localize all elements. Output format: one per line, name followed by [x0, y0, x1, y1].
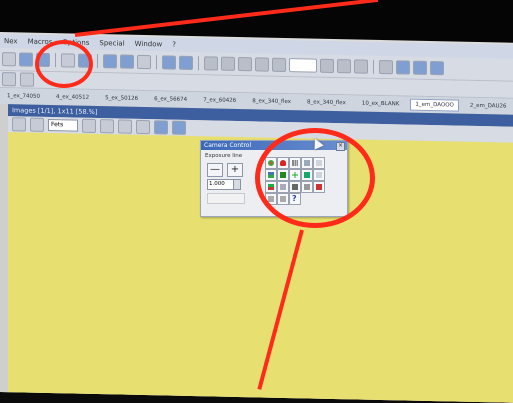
tab[interactable]: 7_ex_60426	[198, 94, 241, 107]
tool-icon[interactable]	[272, 57, 286, 72]
zoom-dropdown[interactable]: Fets	[48, 119, 78, 132]
tool-icon[interactable]	[103, 54, 117, 69]
exposure-spinner[interactable]	[233, 179, 241, 190]
tool-icon[interactable]	[289, 58, 317, 73]
annotation-circle-small	[35, 40, 93, 88]
tool-icon[interactable]	[320, 58, 334, 73]
tab[interactable]: 4_ex_40512	[51, 91, 94, 104]
options-icon[interactable]	[20, 72, 34, 87]
toolbar-separator	[198, 56, 199, 71]
screen: Nex Macros Options Special Window ? 1_ex…	[0, 32, 513, 403]
tab[interactable]: 1_ex_74050	[2, 90, 45, 103]
tool-icon[interactable]	[379, 59, 393, 75]
exposure-apply-button[interactable]	[207, 193, 245, 204]
display-icon[interactable]	[154, 120, 168, 135]
exposure-minus-button[interactable]: —	[207, 163, 223, 177]
tool-icon[interactable]	[396, 60, 410, 75]
tab[interactable]: 8_ex_340_flex	[247, 95, 296, 108]
tool-icon[interactable]	[204, 56, 218, 71]
exposure-plus-button[interactable]: +	[227, 163, 243, 177]
annotation-circle-large	[255, 128, 375, 228]
tab[interactable]: 8_ex_340_flex	[302, 96, 351, 109]
tool-icon[interactable]	[221, 56, 235, 71]
tool-icon[interactable]	[120, 54, 134, 69]
monitor-icon[interactable]	[172, 120, 186, 135]
new-icon[interactable]	[2, 52, 16, 67]
tool-icon[interactable]	[255, 57, 269, 72]
exposure-label: Exposure line	[205, 153, 243, 159]
tab-active[interactable]: 1_em_DAOOO	[410, 98, 459, 112]
tool-icon[interactable]	[238, 56, 252, 72]
fit-icon[interactable]	[30, 117, 44, 132]
toolbar-separator	[373, 59, 374, 74]
toolbar-separator	[97, 54, 98, 69]
tab[interactable]: 5_ex_50126	[100, 92, 143, 105]
toolbar-separator	[156, 55, 157, 70]
tab[interactable]: 10_ex_BLANK	[357, 97, 405, 110]
tab[interactable]: 2_em_DAU26	[465, 100, 512, 113]
tool-icon[interactable]	[413, 60, 427, 75]
view-icon[interactable]	[12, 117, 26, 132]
menu-item[interactable]: ?	[172, 41, 176, 49]
tab[interactable]: 6_ex_56674	[149, 93, 192, 106]
menu-item[interactable]: Window	[135, 40, 163, 49]
exposure-value-input[interactable]: 1.000	[207, 179, 234, 190]
zoom-in-icon[interactable]	[100, 119, 114, 134]
tool-icon[interactable]	[354, 59, 368, 74]
tool-icon[interactable]	[179, 55, 193, 71]
tool-icon[interactable]	[430, 61, 444, 76]
zoom-icon[interactable]	[136, 119, 150, 135]
tool-icon[interactable]	[162, 55, 176, 70]
tool-icon[interactable]	[337, 59, 351, 74]
camera-icon[interactable]	[19, 52, 33, 67]
menu-item[interactable]: Nex	[4, 37, 18, 45]
annotation-line	[74, 0, 379, 37]
menu-item[interactable]: Special	[99, 39, 124, 48]
save-icon[interactable]	[2, 72, 16, 87]
zoom-out-icon[interactable]	[118, 119, 132, 134]
dropdown-arrow-icon[interactable]	[82, 118, 96, 134]
tool-icon[interactable]	[137, 54, 151, 70]
monitor-bezel: Nex Macros Options Special Window ? 1_ex…	[0, 0, 513, 403]
